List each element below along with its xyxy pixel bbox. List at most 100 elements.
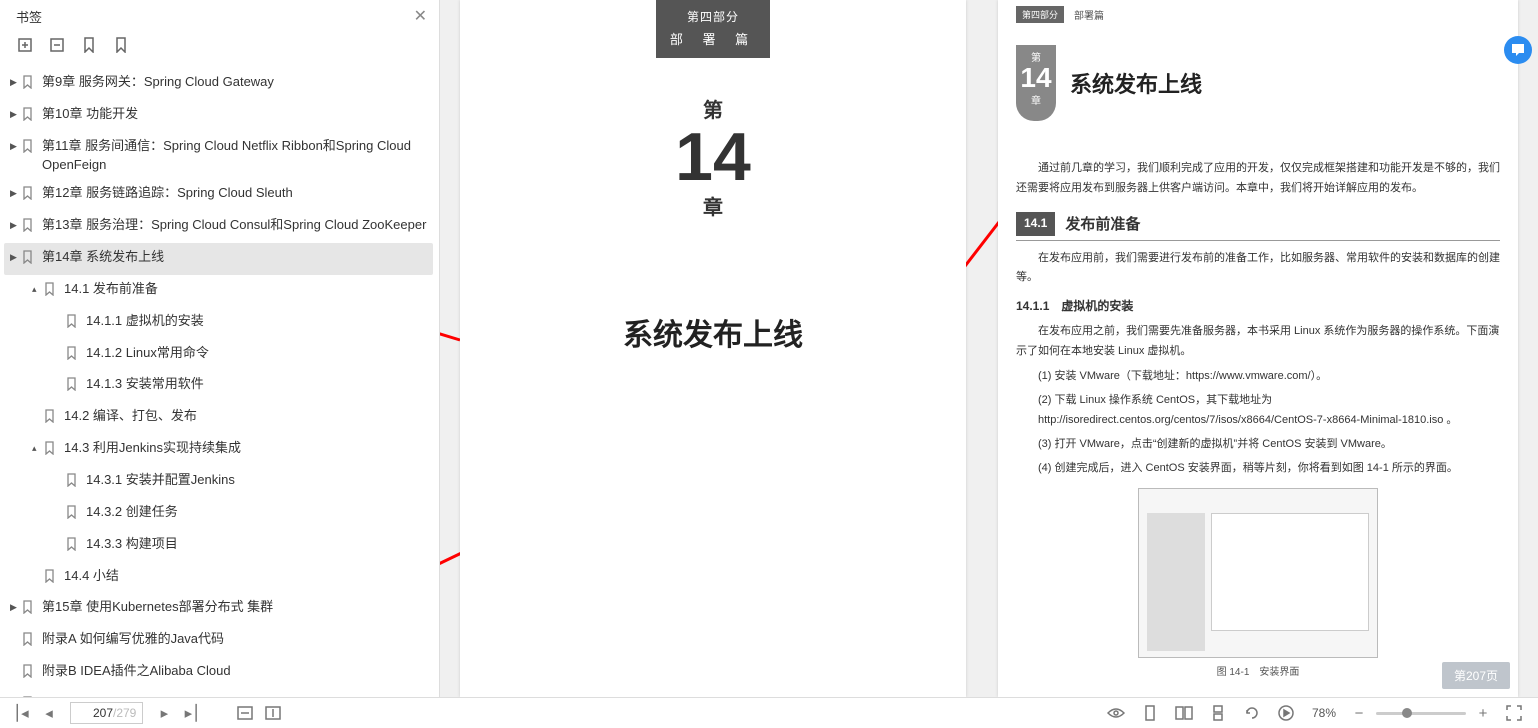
last-page-button[interactable]: ▸⎮ — [181, 702, 203, 724]
chapter-section: 部 署 篇 — [670, 29, 756, 48]
bookmark-item[interactable]: 附录A 如何编写优雅的Java代码 — [4, 625, 433, 657]
bookmark-toggle-icon[interactable]: ▶ — [10, 598, 20, 614]
bookmark-item[interactable]: ▶第12章 服务链路追踪：Spring Cloud Sleuth — [4, 179, 433, 211]
chapter-tab: 第 14 章 系统发布上线 — [1016, 45, 1500, 121]
bookmark-ribbon-icon — [44, 407, 58, 429]
page-header: 第四部分 部署篇 — [1016, 0, 1500, 27]
bookmark-ribbon-icon — [66, 344, 80, 366]
sidebar-toolbar — [0, 30, 439, 64]
zoom-out-button[interactable]: − — [1348, 702, 1370, 724]
play-icon[interactable] — [1275, 702, 1297, 724]
bookmark-toggle-icon[interactable]: ▶ — [10, 105, 20, 121]
page-number-badge: 第207页 — [1442, 662, 1510, 689]
bookmark-toggle-icon[interactable] — [54, 471, 64, 474]
page-right: 第四部分 部署篇 第 14 章 系统发布上线 通过前几章的学习，我们顺利完成了应… — [998, 0, 1518, 697]
bookmark-toggle-icon[interactable] — [32, 567, 42, 570]
zoom-slider[interactable] — [1376, 712, 1466, 715]
continuous-icon[interactable] — [1207, 702, 1229, 724]
bookmark-ribbon-icon — [22, 248, 36, 270]
bookmark-item[interactable]: ▴ 14.3 利用Jenkins实现持续集成 — [4, 434, 433, 466]
bookmark-item[interactable]: 14.3.1 安装并配置Jenkins — [4, 466, 433, 498]
bookmark-ribbon-icon — [22, 598, 36, 620]
bookmark-item[interactable]: ▴ 14.1 发布前准备 — [4, 275, 433, 307]
bookmark-label: 附录B IDEA插件之Alibaba Cloud — [42, 662, 429, 681]
zoom-level: 78% — [1312, 706, 1336, 720]
bookmark-label: 第13章 服务治理：Spring Cloud Consul和Spring Clo… — [42, 216, 429, 235]
bookmark-label: 第15章 使用Kubernetes部署分布式 集群 — [42, 598, 429, 617]
bookmark-toggle-icon[interactable]: ▶ — [10, 137, 20, 153]
next-page-button[interactable]: ▸ — [153, 702, 175, 724]
bookmark-item[interactable]: 14.1.3 安装常用软件 — [4, 370, 433, 402]
bookmark-label: 第11章 服务间通信：Spring Cloud Netflix Ribbon和S… — [42, 137, 429, 175]
bookmark-toggle-icon[interactable] — [54, 535, 64, 538]
bookmark-toggle-icon[interactable]: ▴ — [32, 280, 42, 296]
bookmark-item[interactable]: ▶ 第15章 使用Kubernetes部署分布式 集群 — [4, 593, 433, 625]
page-input-wrap: /279 — [70, 702, 143, 724]
fit-width-icon[interactable] — [234, 702, 256, 724]
bookmark-toggle-icon[interactable]: ▶ — [10, 73, 20, 89]
bookmark-item[interactable]: 附录B IDEA插件之Alibaba Cloud — [4, 657, 433, 689]
remove-bookmark-icon[interactable] — [48, 36, 66, 54]
bookmark-item[interactable]: ▶ 第10章 功能开发 — [4, 100, 433, 132]
bookmark-item[interactable]: 14.1.1 虚拟机的安装 — [4, 307, 433, 339]
bookmark-item[interactable]: 14.3.2 创建任务 — [4, 498, 433, 530]
first-page-button[interactable]: ⎮◂ — [10, 702, 32, 724]
assistant-float-button[interactable] — [1504, 36, 1532, 64]
subsection-heading: 14.1.1 虚拟机的安装 — [1016, 296, 1500, 318]
bookmarks-sidebar: 书签 ✕ ▶第9章 服务网关：Spring Cloud Gateway▶第10章… — [0, 0, 440, 697]
document-viewport[interactable]: 第四部分 部 署 篇 第 14 章 系统发布上线 第四部分 部署篇 第 14 章 — [440, 0, 1538, 697]
bookmark-item[interactable]: 14.2 编译、打包、发布 — [4, 402, 433, 434]
bookmark-toggle-icon[interactable] — [54, 375, 64, 378]
chapter-badge: 第四部分 部 署 篇 — [656, 0, 770, 58]
page-total: /279 — [113, 706, 136, 720]
two-page-icon[interactable] — [1173, 702, 1195, 724]
bookmark-label: 14.1 发布前准备 — [64, 280, 429, 299]
bookmark-item[interactable]: 14.4 小结 — [4, 562, 433, 594]
bookmark-ribbon-icon — [22, 184, 36, 206]
bookmark-label: 14.3.2 创建任务 — [86, 503, 429, 522]
bookmark-toggle-icon[interactable] — [10, 662, 20, 665]
page-input[interactable] — [77, 706, 113, 720]
bookmark-icon[interactable] — [80, 36, 98, 54]
bookmark-toggle-icon[interactable]: ▶ — [10, 216, 20, 232]
bookmark-item[interactable]: ▶第14章 系统发布上线 — [4, 243, 433, 275]
bookmark-item[interactable]: 14.3.3 构建项目 — [4, 530, 433, 562]
bookmark-label: 14.4 小结 — [64, 567, 429, 586]
fullscreen-icon[interactable] — [1503, 702, 1525, 724]
bookmark-label: 14.3 利用Jenkins实现持续集成 — [64, 439, 429, 458]
sidebar-title: 书签 — [16, 7, 42, 26]
bookmark-ribbon-icon — [22, 73, 36, 95]
prev-page-button[interactable]: ◂ — [38, 702, 60, 724]
zoom-in-button[interactable]: + — [1472, 702, 1494, 724]
eye-icon[interactable] — [1105, 702, 1127, 724]
bookmark-ribbon-icon — [22, 216, 36, 238]
bookmark-label: 第10章 功能开发 — [42, 105, 429, 124]
bookmark-label: 附录A 如何编写优雅的Java代码 — [42, 630, 429, 649]
bookmark-label: 14.1.2 Linux常用命令 — [86, 344, 429, 363]
bookmark-alt-icon[interactable] — [112, 36, 130, 54]
bookmark-toggle-icon[interactable]: ▶ — [10, 184, 20, 200]
bookmark-toggle-icon[interactable] — [54, 312, 64, 315]
add-bookmark-icon[interactable] — [16, 36, 34, 54]
close-sidebar-button[interactable]: ✕ — [414, 6, 427, 26]
bookmark-toggle-icon[interactable] — [10, 630, 20, 633]
bottom-toolbar: ⎮◂ ◂ /279 ▸ ▸⎮ 78% − + — [0, 697, 1538, 728]
bookmark-ribbon-icon — [22, 105, 36, 127]
bookmark-item[interactable]: ▶ 第11章 服务间通信：Spring Cloud Netflix Ribbon和… — [4, 132, 433, 180]
bookmark-toggle-icon[interactable]: ▴ — [32, 439, 42, 455]
chapter-part: 第四部分 — [670, 8, 756, 25]
bookmark-toggle-icon[interactable]: ▶ — [10, 248, 20, 264]
rotate-icon[interactable] — [1241, 702, 1263, 724]
intro-paragraph: 通过前几章的学习，我们顺利完成了应用的开发，仅仅完成框架搭建和功能开发是不够的，… — [1016, 159, 1500, 199]
bookmark-item[interactable]: 14.1.2 Linux常用命令 — [4, 339, 433, 371]
fit-page-icon[interactable] — [262, 702, 284, 724]
bookmark-toggle-icon[interactable] — [54, 503, 64, 506]
bookmark-item[interactable]: ▶第9章 服务网关：Spring Cloud Gateway — [4, 68, 433, 100]
bookmark-ribbon-icon — [66, 503, 80, 525]
bookmark-item[interactable]: Toolkit — [4, 689, 433, 697]
bookmark-item[interactable]: ▶ 第13章 服务治理：Spring Cloud Consul和Spring Cl… — [4, 211, 433, 243]
bookmark-toggle-icon[interactable] — [54, 344, 64, 347]
chapter-title: 系统发布上线 — [623, 310, 803, 354]
bookmark-toggle-icon[interactable] — [32, 407, 42, 410]
single-page-icon[interactable] — [1139, 702, 1161, 724]
